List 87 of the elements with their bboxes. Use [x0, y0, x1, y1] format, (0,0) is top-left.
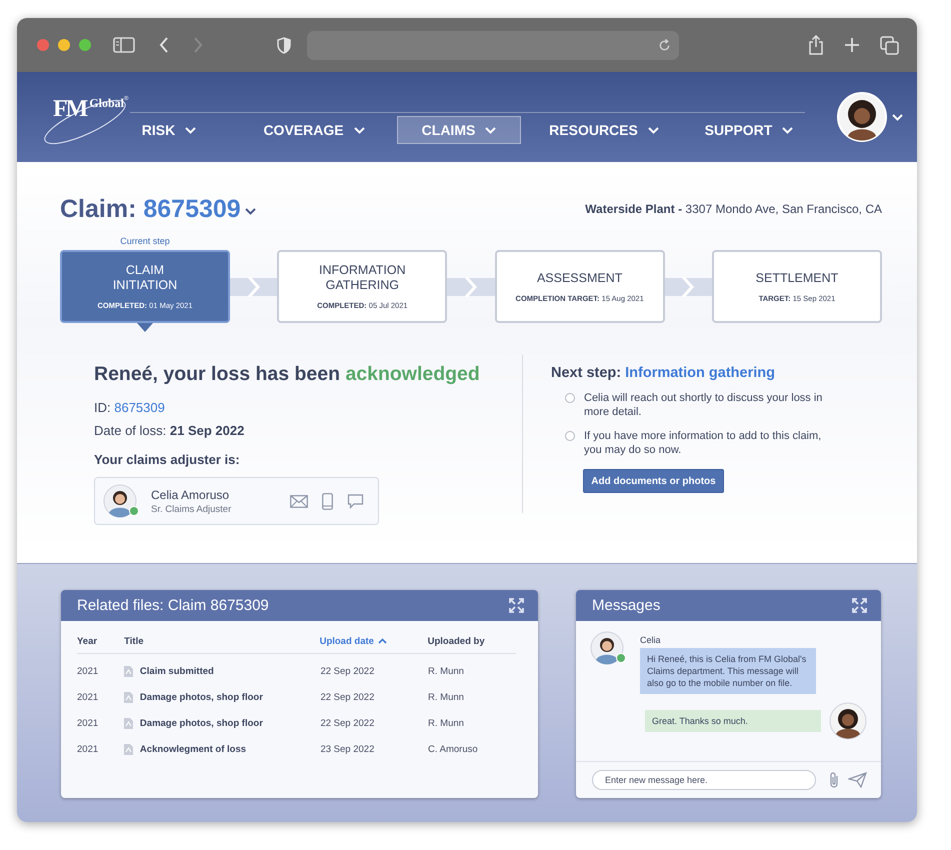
- step-title: CLAIM INITIATION: [112, 263, 178, 293]
- avatar[interactable]: [837, 92, 887, 142]
- table-cell-text: 2021: [77, 744, 100, 754]
- chevron-down-icon: [185, 126, 196, 134]
- step-title: SETTLEMENT: [756, 270, 838, 286]
- step-title: ASSESSMENT: [536, 270, 622, 286]
- file-icon: [124, 666, 133, 676]
- message-input[interactable]: Enter new message here.: [592, 770, 816, 790]
- shield-icon[interactable]: [277, 36, 291, 54]
- reload-icon[interactable]: [658, 38, 671, 52]
- headline: Reneé, your loss has been acknowledged: [94, 363, 481, 386]
- next-step-heading: Next step: Information gathering: [551, 365, 776, 381]
- add-documents-button[interactable]: Add documents or photos: [583, 469, 724, 493]
- current-step-label: Current step: [119, 236, 171, 246]
- chevron-down-icon: [648, 126, 659, 134]
- send-icon[interactable]: [848, 772, 867, 788]
- claim-id: ID: 8675309: [94, 400, 166, 415]
- nav-menu[interactable]: SUPPORT: [687, 116, 811, 144]
- nav-menu[interactable]: COVERAGE: [252, 116, 376, 144]
- panel-title: Related files: Claim 8675309: [77, 597, 269, 614]
- nav-menu[interactable]: RISK: [107, 116, 231, 144]
- table-cell-text: 22 Sep 2022: [319, 666, 376, 676]
- sender-name: Celia: [640, 635, 662, 645]
- table-cell-text: 2021: [77, 666, 100, 676]
- avatar: [829, 702, 867, 740]
- adjuster-name: Celia Amoruso: [151, 488, 230, 502]
- sort-caret-icon: [378, 638, 387, 644]
- claim-title: Claim: 8675309: [60, 194, 241, 224]
- message-bubble: Great. Thanks so much.: [645, 710, 821, 732]
- table-cell-text: R. Munn: [428, 666, 465, 676]
- expand-icon[interactable]: [509, 598, 524, 613]
- next-step-text: If you have more information to add to this claim, you may do so now.: [584, 429, 822, 457]
- phone-icon[interactable]: [322, 492, 333, 510]
- date-of-loss: Date of loss: 21 Sep 2022: [94, 423, 246, 438]
- step-connector: [447, 278, 495, 296]
- chevron-down-icon: [354, 126, 365, 134]
- minimize-button[interactable]: [58, 39, 70, 51]
- next-step-text: Celia will reach out shortly to discuss your loss in more detail.: [584, 391, 824, 419]
- avatar: [103, 484, 137, 518]
- chevron-down-icon: [782, 126, 794, 134]
- table-cell-text: 22 Sep 2022: [319, 692, 376, 702]
- step-connector: [230, 278, 278, 296]
- nav-menu[interactable]: CLAIMS: [397, 116, 521, 144]
- adjuster-heading: Your claims adjuster is:: [94, 452, 241, 467]
- close-button[interactable]: [37, 39, 49, 51]
- table-cell-text: 2021: [77, 718, 100, 728]
- zoom-button[interactable]: [79, 39, 91, 51]
- back-icon[interactable]: [159, 37, 169, 53]
- radio-circle[interactable]: [565, 431, 575, 441]
- file-title[interactable]: Damage photos, shop floor: [140, 692, 263, 702]
- column-header[interactable]: Uploaded by: [428, 636, 516, 646]
- table-cell-text: 23 Sep 2022: [319, 744, 376, 754]
- mail-icon[interactable]: [290, 494, 308, 508]
- sidebar-icon[interactable]: [113, 37, 135, 53]
- panel-title: Messages: [592, 597, 660, 614]
- file-icon: [124, 744, 133, 754]
- plus-icon[interactable]: [844, 37, 860, 53]
- table-cell-text: 2021: [77, 692, 100, 702]
- adjuster-role: Sr. Claims Adjuster: [151, 504, 232, 514]
- tabs-icon[interactable]: [880, 36, 899, 54]
- avatar: [590, 631, 624, 665]
- table-cell-text: 22 Sep 2022: [319, 718, 376, 728]
- forward-icon[interactable]: [193, 37, 203, 53]
- radio-circle[interactable]: [565, 393, 575, 403]
- current-step-pointer: [137, 323, 153, 332]
- table-cell-text: R. Munn: [428, 692, 465, 702]
- column-header[interactable]: Title: [124, 636, 320, 646]
- share-icon[interactable]: [808, 35, 824, 55]
- table-cell-text: C. Amoruso: [428, 744, 479, 754]
- chevron-down-icon: [485, 126, 496, 134]
- nav-menu[interactable]: RESOURCES: [542, 116, 666, 144]
- file-title[interactable]: Claim submitted: [140, 666, 214, 676]
- location-text: Waterside Plant - 3307 Mondo Ave, San Francisco, CA: [585, 202, 882, 216]
- file-title[interactable]: Damage photos, shop floor: [140, 718, 263, 728]
- table-cell-text: R. Munn: [428, 718, 465, 728]
- file-title[interactable]: Acknowlegment of loss: [140, 744, 246, 754]
- message-bubble: Hi Reneé, this is Celia from FM Global's Claims department. This message will also go to the mobile number on file.: [640, 648, 816, 694]
- expand-icon[interactable]: [852, 598, 867, 613]
- paperclip-icon[interactable]: [828, 771, 840, 789]
- file-icon: [124, 692, 133, 702]
- column-header[interactable]: Upload date: [320, 636, 428, 646]
- step-connector: [664, 278, 712, 296]
- file-icon: [124, 718, 133, 728]
- chat-bubble-icon[interactable]: [347, 494, 364, 508]
- step-title: INFORMATION GATHERING: [319, 263, 406, 293]
- chevron-down-icon[interactable]: [244, 208, 256, 214]
- column-header[interactable]: Year: [77, 636, 124, 646]
